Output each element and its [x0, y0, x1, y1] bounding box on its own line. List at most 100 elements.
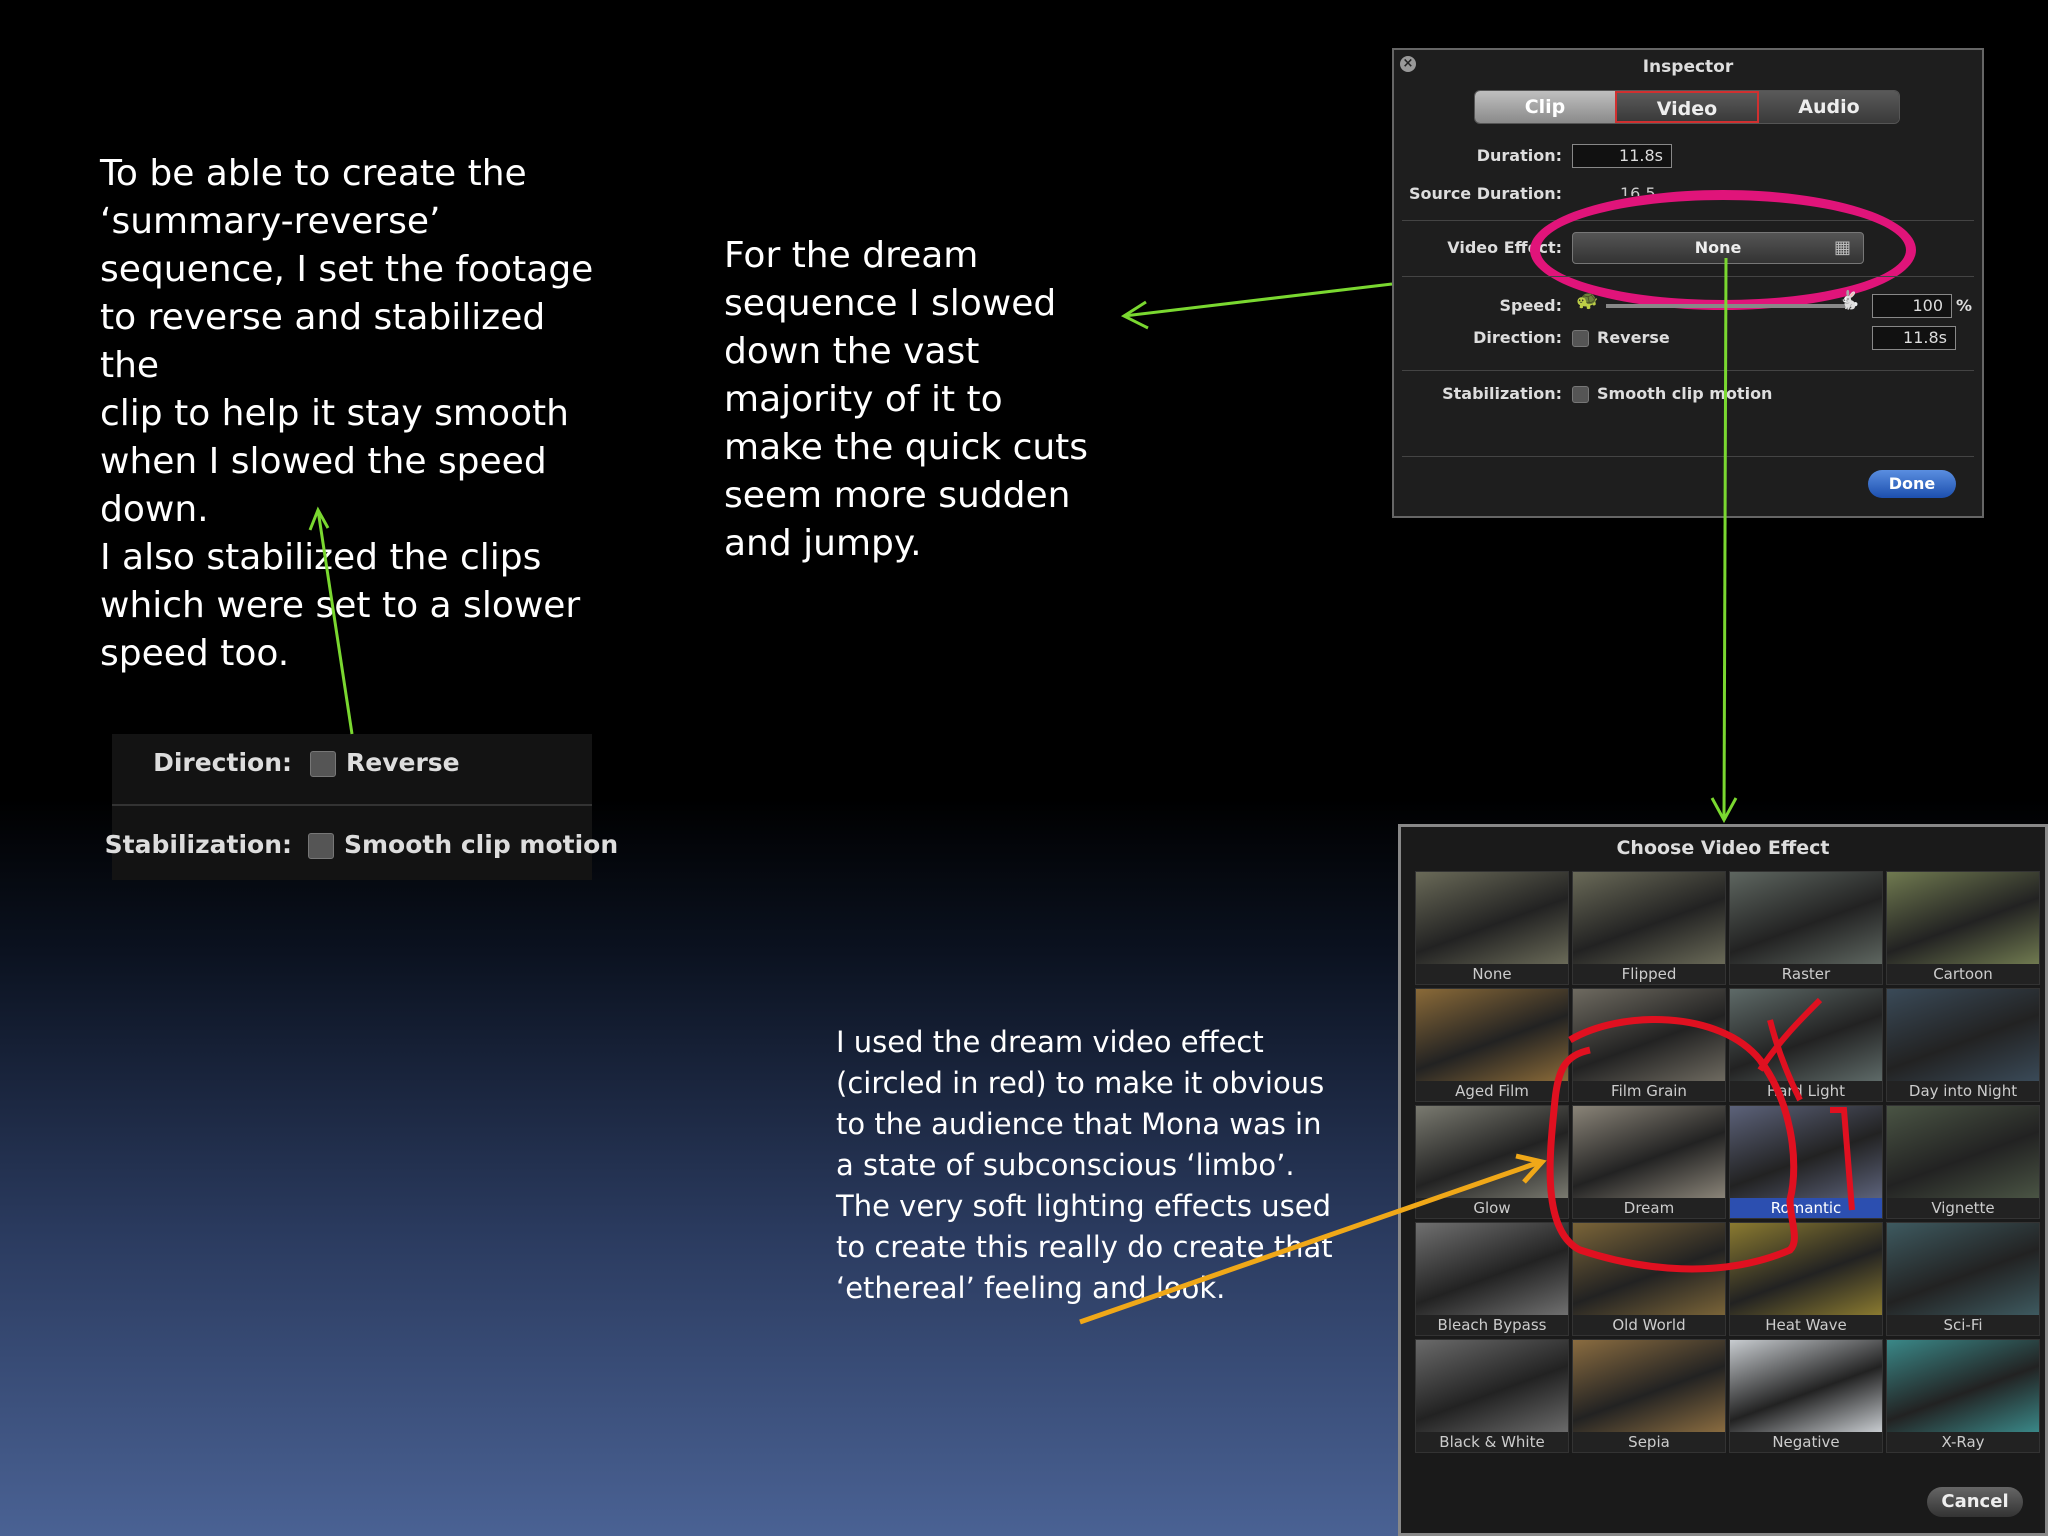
effect-label: Black & White	[1416, 1432, 1568, 1452]
effect-tile[interactable]: Aged Film	[1415, 988, 1569, 1102]
source-duration-label: Source Duration:	[1409, 184, 1562, 203]
reverse-label: Reverse	[1597, 328, 1670, 347]
text-line: when I slowed the speed	[100, 441, 547, 482]
effect-tile[interactable]: Heat Wave	[1729, 1222, 1883, 1336]
green-arrow-to-middle-text	[1123, 282, 1393, 318]
zoom-smooth-row[interactable]: Smooth clip motion	[308, 830, 618, 859]
tab-clip[interactable]: Clip	[1475, 91, 1615, 123]
done-button[interactable]: Done	[1868, 470, 1956, 498]
effect-tile[interactable]: Vignette	[1886, 1105, 2040, 1219]
divider	[1402, 370, 1974, 371]
effect-label: Vignette	[1887, 1198, 2039, 1218]
effect-tile[interactable]: Romantic	[1729, 1105, 1883, 1219]
effect-label: Dream	[1573, 1198, 1725, 1218]
divider	[1402, 456, 1974, 457]
effect-label: Cartoon	[1887, 964, 2039, 984]
effect-thumbnail	[1887, 1106, 2039, 1198]
effect-thumbnail	[1730, 872, 1882, 964]
effect-tile[interactable]: X-Ray	[1886, 1339, 2040, 1453]
inspector-title: Inspector	[1642, 57, 1734, 77]
reverse-checkbox[interactable]	[1572, 330, 1589, 347]
speed-field[interactable]: 100	[1872, 294, 1952, 318]
arrowhead	[1710, 797, 1738, 824]
text-line: I used the dream video effect	[836, 1025, 1264, 1059]
effect-tile[interactable]: Negative	[1729, 1339, 1883, 1453]
effect-label: Film Grain	[1573, 1081, 1725, 1101]
effect-tile[interactable]: Flipped	[1572, 871, 1726, 985]
text-line: a state of subconscious ‘limbo’.	[836, 1148, 1295, 1182]
zoom-stabilization-label: Stabilization:	[104, 830, 292, 859]
effect-thumbnail	[1416, 872, 1568, 964]
effect-thumbnail	[1887, 1223, 2039, 1315]
effect-tile[interactable]: None	[1415, 871, 1569, 985]
inspector-tabs: Clip Video Audio	[1474, 90, 1900, 124]
tab-audio[interactable]: Audio	[1759, 91, 1899, 123]
effect-label: Heat Wave	[1730, 1315, 1882, 1335]
effect-tile[interactable]: Film Grain	[1572, 988, 1726, 1102]
effect-thumbnail	[1416, 1223, 1568, 1315]
effect-label: Day into Night	[1887, 1081, 2039, 1101]
text-line: The very soft lighting effects used	[836, 1189, 1331, 1223]
effect-label: Old World	[1573, 1315, 1725, 1335]
duration-field[interactable]: 11.8s	[1572, 144, 1672, 168]
text-line: To be able to create the	[100, 153, 527, 194]
effect-tile[interactable]: Dream	[1572, 1105, 1726, 1219]
rabbit-icon: 🐇	[1838, 290, 1861, 311]
effect-tile[interactable]: Old World	[1572, 1222, 1726, 1336]
zoom-direction-label: Direction:	[153, 748, 292, 777]
effect-thumbnail	[1573, 989, 1725, 1081]
zoom-smooth-label: Smooth clip motion	[344, 830, 619, 859]
reverse-checkbox-row[interactable]: Reverse	[1572, 328, 1670, 347]
effect-thumbnail	[1573, 1106, 1725, 1198]
effect-tile[interactable]: Black & White	[1415, 1339, 1569, 1453]
effect-thumbnail	[1730, 1340, 1882, 1432]
reverse-description: To be able to create the ‘summary-revers…	[100, 150, 600, 678]
effect-label: Raster	[1730, 964, 1882, 984]
text-line: down.	[100, 489, 209, 530]
text-line: clip to help it stay smooth	[100, 393, 569, 434]
text-line: which were set to a slower	[100, 585, 581, 626]
effect-tile[interactable]: Hard Light	[1729, 988, 1883, 1102]
zoom-reverse-label: Reverse	[346, 748, 460, 777]
zoom-smooth-checkbox[interactable]	[308, 833, 334, 859]
effect-tile[interactable]: Bleach Bypass	[1415, 1222, 1569, 1336]
direction-time-field[interactable]: 11.8s	[1872, 326, 1956, 350]
speed-unit: %	[1956, 296, 1973, 315]
effect-label: Glow	[1416, 1198, 1568, 1218]
text-line: ‘summary-reverse’	[100, 201, 441, 242]
divider	[112, 804, 592, 806]
dream-speed-description: For the dream sequence I slowed down the…	[724, 235, 1089, 564]
effect-label: Sci-Fi	[1887, 1315, 2039, 1335]
text-line: (circled in red) to make it obvious	[836, 1066, 1325, 1100]
effect-tile[interactable]: Glow	[1415, 1105, 1569, 1219]
direction-label: Direction:	[1473, 328, 1562, 347]
duration-label: Duration:	[1476, 146, 1562, 165]
zoom-reverse-row[interactable]: Reverse	[310, 748, 460, 777]
dream-effect-description: I used the dream video effect (circled i…	[836, 1022, 1346, 1309]
effect-tile[interactable]: Sci-Fi	[1886, 1222, 2040, 1336]
effect-thumbnail	[1416, 1106, 1568, 1198]
effect-thumbnail	[1573, 1223, 1725, 1315]
effect-label: X-Ray	[1887, 1432, 2039, 1452]
divider	[1402, 276, 1974, 277]
effect-label: Hard Light	[1730, 1081, 1882, 1101]
effect-tile[interactable]: Cartoon	[1886, 871, 2040, 985]
effect-tile[interactable]: Sepia	[1572, 1339, 1726, 1453]
effect-thumbnail	[1730, 1223, 1882, 1315]
effect-label: Bleach Bypass	[1416, 1315, 1568, 1335]
smooth-checkbox[interactable]	[1572, 386, 1589, 403]
chooser-title: Choose Video Effect	[1616, 837, 1830, 859]
speed-label: Speed:	[1499, 296, 1562, 315]
text-line: ‘ethereal’ feeling and look.	[836, 1271, 1226, 1305]
speed-slider[interactable]	[1606, 304, 1846, 308]
text-line: speed too.	[100, 633, 290, 674]
tab-video[interactable]: Video	[1615, 91, 1759, 123]
smooth-checkbox-row[interactable]: Smooth clip motion	[1572, 384, 1772, 403]
cancel-button[interactable]: Cancel	[1927, 1487, 2023, 1517]
effect-label: Romantic	[1730, 1198, 1882, 1218]
effect-thumbnail	[1730, 1106, 1882, 1198]
zoom-reverse-checkbox[interactable]	[310, 751, 336, 777]
effect-tile[interactable]: Day into Night	[1886, 988, 2040, 1102]
effect-tile[interactable]: Raster	[1729, 871, 1883, 985]
close-icon[interactable]: ×	[1400, 56, 1416, 72]
